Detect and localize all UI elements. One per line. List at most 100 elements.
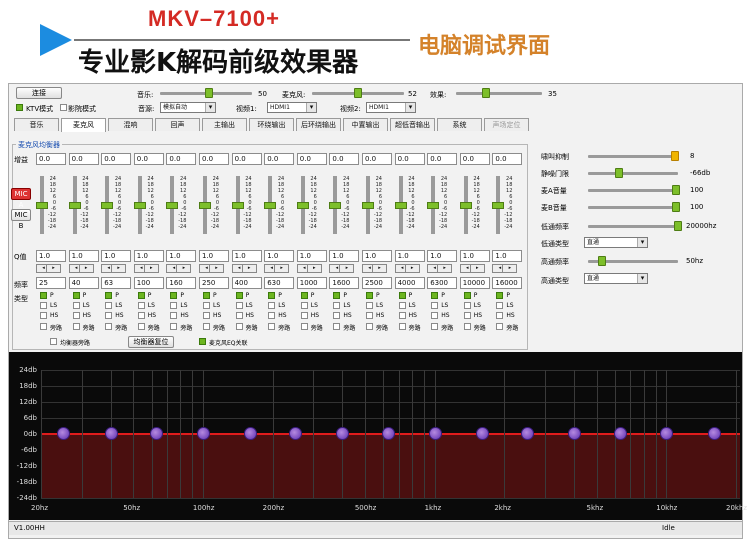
type-hs-checkbox[interactable] — [398, 312, 406, 319]
mic-slider-knob[interactable] — [354, 88, 362, 98]
type-ls-checkbox[interactable] — [72, 302, 80, 309]
type-ls-checkbox[interactable] — [431, 302, 439, 309]
q-input[interactable]: 1.0 — [459, 250, 490, 262]
q-input[interactable]: 1.0 — [68, 250, 99, 262]
q-input[interactable]: 1.0 — [133, 250, 164, 262]
mic-b-volume-slider[interactable] — [588, 206, 678, 209]
gain-slider-knob[interactable] — [264, 202, 277, 209]
bypass-checkbox[interactable] — [333, 323, 341, 330]
eq-band-point[interactable] — [428, 427, 442, 440]
gain-input[interactable]: 0.0 — [133, 153, 164, 165]
type-ls-checkbox[interactable] — [137, 302, 145, 309]
lowpass-freq-slider[interactable] — [588, 225, 678, 228]
type-ls-checkbox[interactable] — [105, 302, 113, 309]
type-hs-checkbox[interactable] — [105, 312, 113, 319]
gain-slider-knob[interactable] — [231, 202, 244, 209]
gain-input[interactable]: 0.0 — [329, 153, 360, 165]
q-spin-right[interactable]: ▸ — [143, 264, 159, 273]
gain-slider-knob[interactable] — [427, 202, 440, 209]
tab-0[interactable]: 音乐 — [14, 118, 59, 131]
bypass-checkbox[interactable] — [431, 323, 439, 330]
type-ls-checkbox[interactable] — [203, 302, 210, 309]
gain-slider-knob[interactable] — [296, 202, 309, 209]
gate-slider[interactable] — [588, 172, 678, 175]
bypass-checkbox[interactable] — [40, 323, 47, 330]
gain-slider-knob[interactable] — [199, 202, 211, 209]
source-select[interactable]: 模拟自动 — [160, 102, 216, 113]
type-hs-checkbox[interactable] — [137, 312, 145, 319]
gain-slider-knob[interactable] — [68, 202, 81, 209]
gain-input[interactable]: 0.0 — [296, 153, 327, 165]
q-spin-right[interactable]: ▸ — [502, 264, 518, 273]
type-p-checkbox[interactable] — [170, 292, 178, 299]
bypass-checkbox[interactable] — [496, 323, 504, 330]
type-ls-checkbox[interactable] — [268, 302, 276, 309]
type-hs-checkbox[interactable] — [496, 312, 504, 319]
eq-band-point[interactable] — [196, 427, 210, 440]
type-hs-checkbox[interactable] — [268, 312, 276, 319]
eq-reset-button[interactable]: 均衡器复位 — [128, 336, 174, 348]
q-spin-right[interactable]: ▸ — [274, 264, 290, 273]
q-spin-right[interactable]: ▸ — [306, 264, 322, 273]
gain-slider-knob[interactable] — [166, 202, 179, 209]
type-ls-checkbox[interactable] — [366, 302, 373, 309]
mic-a-volume-slider[interactable] — [588, 189, 678, 192]
q-input[interactable]: 1.0 — [36, 250, 66, 262]
type-ls-checkbox[interactable] — [170, 302, 178, 309]
gain-slider-knob[interactable] — [492, 202, 505, 209]
eq-band-point[interactable] — [613, 427, 627, 440]
bypass-checkbox[interactable] — [203, 323, 210, 330]
type-p-checkbox[interactable] — [496, 292, 504, 299]
q-spin-right[interactable]: ▸ — [372, 264, 387, 273]
type-p-checkbox[interactable] — [137, 292, 145, 299]
type-p-checkbox[interactable] — [366, 292, 373, 299]
eq-band-point[interactable] — [104, 427, 118, 440]
type-p-checkbox[interactable] — [235, 292, 243, 299]
tab-6[interactable]: 后环绕输出 — [296, 118, 341, 131]
gain-input[interactable]: 0.0 — [427, 153, 458, 165]
bypass-checkbox[interactable] — [300, 323, 308, 330]
gate-slider-knob[interactable] — [615, 168, 623, 178]
q-input[interactable]: 1.0 — [427, 250, 458, 262]
gain-input[interactable]: 0.0 — [36, 153, 66, 165]
gain-input[interactable]: 0.0 — [101, 153, 132, 165]
tab-1[interactable]: 麦克风 — [61, 118, 106, 132]
type-p-checkbox[interactable] — [203, 292, 210, 299]
type-hs-checkbox[interactable] — [203, 312, 210, 319]
bypass-checkbox[interactable] — [137, 323, 145, 330]
freq-input[interactable]: 25 — [36, 277, 66, 289]
bypass-checkbox[interactable] — [105, 323, 113, 330]
type-ls-checkbox[interactable] — [235, 302, 243, 309]
type-hs-checkbox[interactable] — [333, 312, 341, 319]
gain-input[interactable]: 0.0 — [199, 153, 229, 165]
mic-b-button[interactable]: MIC B — [11, 209, 31, 230]
freq-input[interactable]: 100 — [133, 277, 164, 289]
q-spin-right[interactable]: ▸ — [111, 264, 127, 273]
freq-input[interactable]: 16000 — [492, 277, 523, 289]
bypass-checkbox[interactable] — [235, 323, 243, 330]
highpass-type-select[interactable]: 直通 — [584, 273, 648, 284]
gain-slider-knob[interactable] — [394, 202, 407, 209]
tab-10[interactable]: 声场定位 — [484, 118, 529, 131]
type-p-checkbox[interactable] — [463, 292, 471, 299]
tab-4[interactable]: 主输出 — [202, 118, 247, 131]
lowpass-type-select[interactable]: 直通 — [584, 237, 648, 248]
bypass-checkbox[interactable] — [463, 323, 471, 330]
q-spin-right[interactable]: ▸ — [469, 264, 485, 273]
gain-slider-knob[interactable] — [101, 202, 114, 209]
type-hs-checkbox[interactable] — [366, 312, 373, 319]
mic-a-button[interactable]: MIC A — [11, 188, 31, 209]
gain-input[interactable]: 0.0 — [492, 153, 523, 165]
bypass-checkbox[interactable] — [398, 323, 406, 330]
q-spin-right[interactable]: ▸ — [209, 264, 224, 273]
eq-band-point[interactable] — [475, 427, 489, 440]
type-hs-checkbox[interactable] — [235, 312, 243, 319]
type-p-checkbox[interactable] — [300, 292, 308, 299]
gain-input[interactable]: 0.0 — [166, 153, 197, 165]
type-hs-checkbox[interactable] — [463, 312, 471, 319]
q-input[interactable]: 1.0 — [329, 250, 360, 262]
bypass-checkbox[interactable] — [72, 323, 80, 330]
q-spin-right[interactable]: ▸ — [78, 264, 94, 273]
effect-slider-knob[interactable] — [482, 88, 490, 98]
type-ls-checkbox[interactable] — [300, 302, 308, 309]
